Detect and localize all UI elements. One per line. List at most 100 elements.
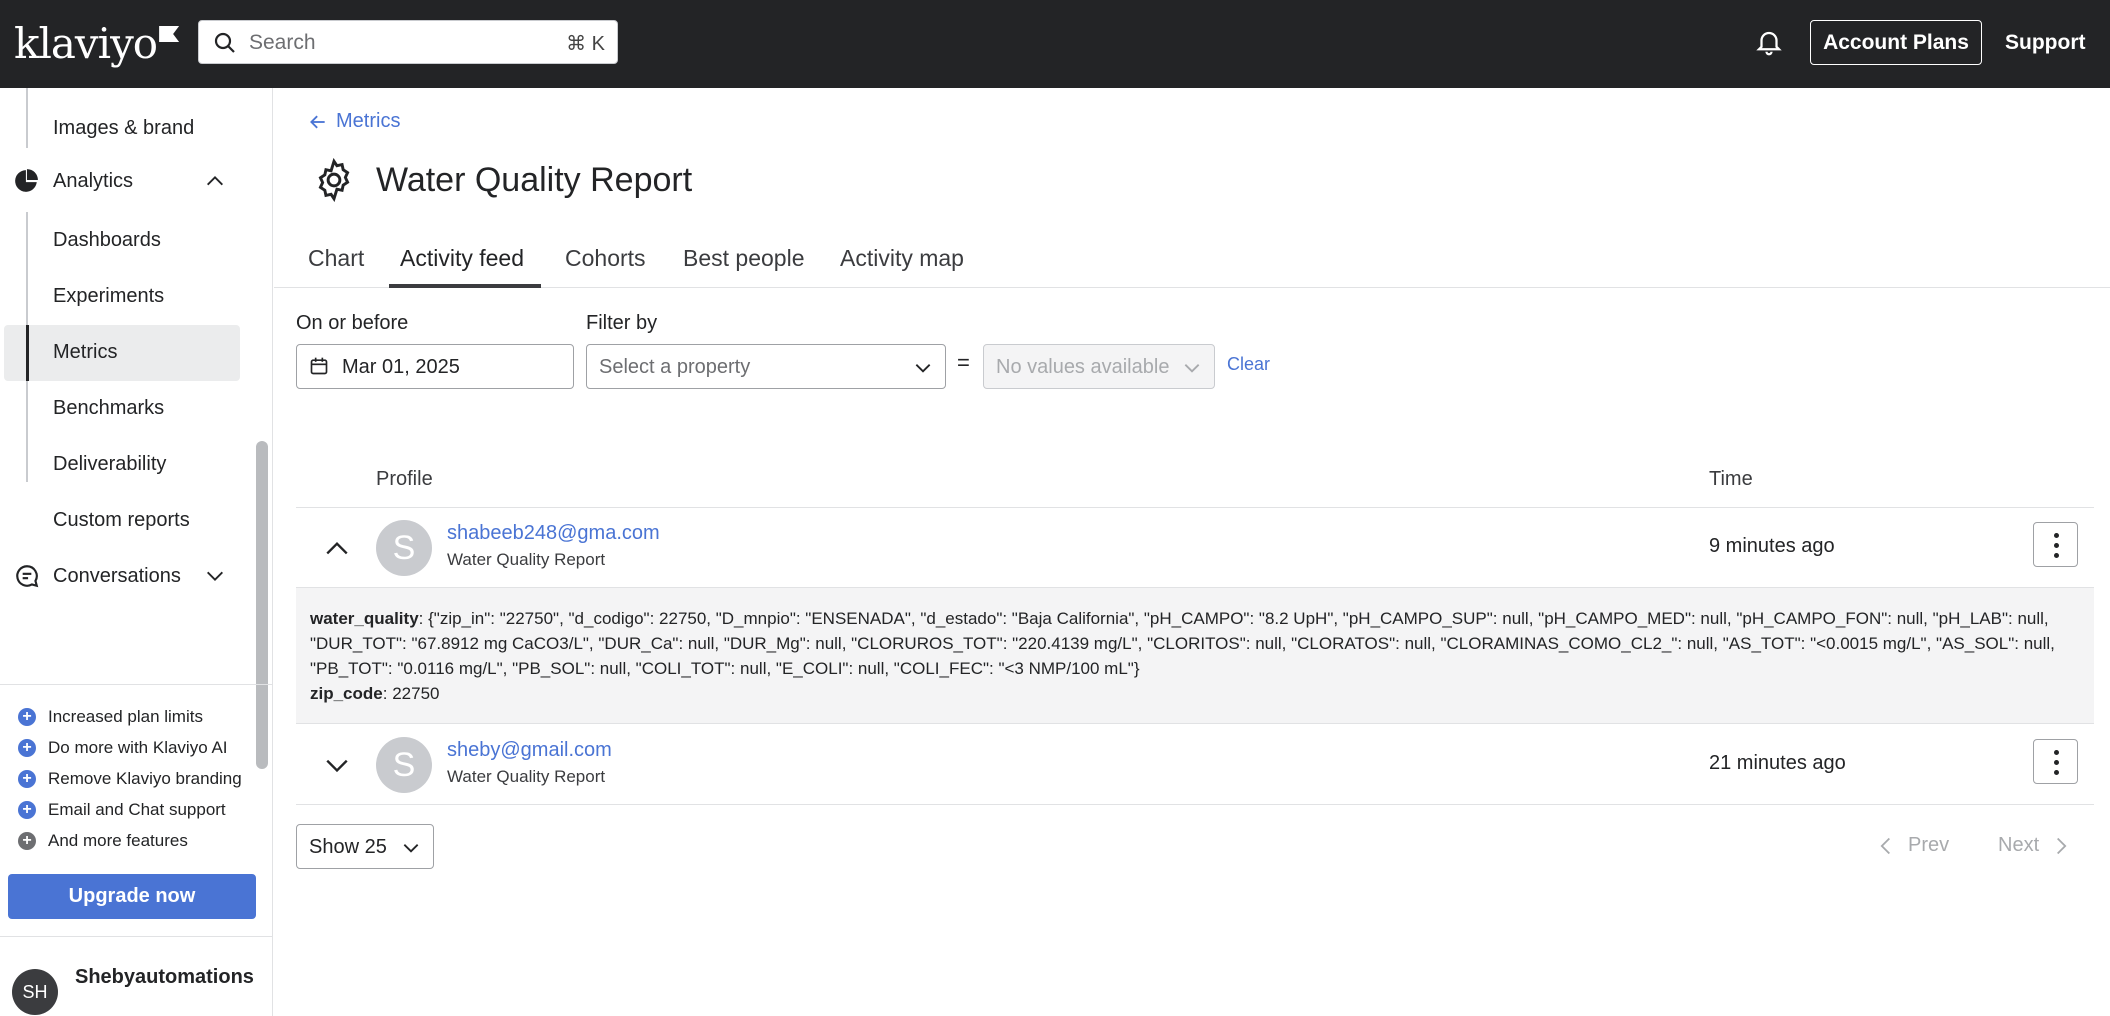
back-to-metrics-link[interactable]: Metrics bbox=[308, 110, 400, 133]
user-avatar[interactable]: SH bbox=[12, 969, 58, 1015]
details-value: {"zip_in": "22750", "d_codigo": 22750, "… bbox=[310, 609, 2055, 678]
klaviyo-logo[interactable]: klaviyo bbox=[14, 19, 180, 68]
plus-icon: + bbox=[18, 770, 36, 788]
promo-item: + And more features bbox=[18, 831, 188, 851]
value-select: No values available bbox=[983, 344, 1215, 389]
details-key: zip_code bbox=[310, 684, 383, 703]
kebab-dot bbox=[2054, 553, 2059, 558]
top-bar: klaviyo ⌘ K Account Plans Support bbox=[0, 0, 2110, 88]
sidebar-divider bbox=[0, 684, 272, 685]
sidebar-item-dashboards[interactable]: Dashboards bbox=[53, 228, 161, 252]
promo-item: + Email and Chat support bbox=[18, 800, 226, 820]
event-time: 9 minutes ago bbox=[1709, 535, 1835, 557]
sidebar-scrollbar[interactable] bbox=[256, 441, 268, 769]
date-filter-label: On or before bbox=[296, 312, 409, 334]
plus-icon: + bbox=[18, 801, 36, 819]
kebab-dot bbox=[2054, 533, 2059, 538]
sidebar-divider bbox=[0, 936, 272, 937]
promo-item: + Increased plan limits bbox=[18, 707, 203, 727]
tab-best-people[interactable]: Best people bbox=[683, 245, 804, 272]
page-header: Water Quality Report bbox=[312, 158, 692, 202]
sidebar-item-custom-reports[interactable]: Custom reports bbox=[53, 508, 190, 532]
column-time[interactable]: Time bbox=[1709, 468, 1753, 491]
chevron-down-icon[interactable] bbox=[204, 565, 226, 587]
filter-by-label: Filter by bbox=[586, 312, 658, 334]
clear-filter-button[interactable]: Clear bbox=[1227, 354, 1270, 375]
details-line: zip_code: 22750 bbox=[310, 684, 440, 703]
metric-name: Water Quality Report bbox=[447, 767, 606, 786]
chevron-left-icon bbox=[1880, 837, 1890, 854]
property-placeholder: Select a property bbox=[599, 356, 751, 378]
sidebar: Images & brand Analytics Dashboards Expe… bbox=[0, 88, 273, 1016]
support-link[interactable]: Support bbox=[2005, 20, 2085, 65]
sidebar-section-analytics[interactable]: Analytics bbox=[14, 168, 223, 194]
sidebar-item-benchmarks[interactable]: Benchmarks bbox=[53, 396, 164, 420]
pie-chart-icon bbox=[15, 169, 38, 192]
chevron-up-icon[interactable] bbox=[204, 170, 226, 192]
row-actions-button[interactable] bbox=[2033, 522, 2078, 567]
user-name[interactable]: Shebyautomations bbox=[75, 964, 255, 991]
row-actions-button[interactable] bbox=[2033, 739, 2078, 784]
chevron-down-icon bbox=[915, 364, 931, 373]
tab-cohorts[interactable]: Cohorts bbox=[565, 245, 646, 272]
logo-flag-icon bbox=[159, 26, 180, 42]
account-plans-button[interactable]: Account Plans bbox=[1810, 20, 1982, 65]
search-shortcut: ⌘ K bbox=[566, 33, 605, 55]
next-page-button[interactable]: Next bbox=[1998, 834, 2071, 857]
gear-icon bbox=[318, 158, 350, 202]
promo-item: + Remove Klaviyo branding bbox=[18, 769, 242, 789]
table-header: Profile Time bbox=[296, 468, 2094, 508]
kebab-dot bbox=[2054, 543, 2059, 548]
date-picker[interactable]: Mar 01, 2025 bbox=[296, 344, 574, 389]
upgrade-now-button[interactable]: Upgrade now bbox=[8, 874, 256, 919]
search-input[interactable] bbox=[249, 29, 549, 57]
tab-activity-map[interactable]: Activity map bbox=[840, 245, 964, 272]
sidebar-section-label: Analytics bbox=[53, 169, 134, 192]
sidebar-item-images-brand[interactable]: Images & brand bbox=[53, 116, 194, 140]
profile-email-link[interactable]: shabeeb248@gma.com bbox=[447, 522, 660, 545]
profile-email-link[interactable]: sheby@gmail.com bbox=[447, 739, 612, 762]
sidebar-tree-line bbox=[26, 88, 28, 148]
table-row[interactable]: S sheby@gmail.com Water Quality Report 2… bbox=[296, 725, 2094, 805]
kebab-dot bbox=[2054, 750, 2059, 755]
search-icon bbox=[214, 32, 235, 53]
date-value: Mar 01, 2025 bbox=[342, 356, 460, 378]
logo-text: klaviyo bbox=[14, 19, 158, 68]
details-value: 22750 bbox=[392, 684, 440, 703]
chevron-right-icon bbox=[2057, 837, 2067, 854]
active-indicator bbox=[26, 325, 29, 381]
search-box[interactable]: ⌘ K bbox=[198, 20, 618, 64]
promo-label: Do more with Klaviyo AI bbox=[48, 738, 228, 757]
main-content: Metrics Water Quality Report Chart Activ… bbox=[274, 88, 2110, 1016]
equals-sign: = bbox=[957, 350, 970, 375]
table-row[interactable]: S shabeeb248@gma.com Water Quality Repor… bbox=[296, 508, 2094, 588]
page-title: Water Quality Report bbox=[376, 160, 693, 199]
sidebar-section-label: Conversations bbox=[53, 564, 181, 587]
promo-label: Email and Chat support bbox=[48, 800, 226, 819]
calendar-icon bbox=[310, 357, 328, 375]
column-profile[interactable]: Profile bbox=[376, 468, 433, 491]
profile-avatar: S bbox=[376, 737, 432, 793]
chevron-down-icon bbox=[1184, 364, 1200, 373]
chevron-up-icon[interactable] bbox=[324, 535, 350, 561]
event-time: 21 minutes ago bbox=[1709, 752, 1846, 774]
notifications-bell-icon[interactable] bbox=[1754, 28, 1784, 58]
sidebar-item-deliverability[interactable]: Deliverability bbox=[53, 452, 166, 476]
page-size-select[interactable]: Show 25 bbox=[296, 824, 434, 869]
next-label: Next bbox=[1998, 834, 2040, 856]
kebab-dot bbox=[2054, 760, 2059, 765]
property-select[interactable]: Select a property bbox=[586, 344, 946, 389]
tab-activity-feed[interactable]: Activity feed bbox=[400, 245, 524, 272]
promo-label: Remove Klaviyo branding bbox=[48, 769, 242, 788]
chat-bubble-icon bbox=[16, 565, 39, 588]
active-tab-indicator bbox=[389, 284, 541, 288]
sidebar-section-conversations[interactable]: Conversations bbox=[14, 563, 223, 589]
chevron-down-icon[interactable] bbox=[324, 752, 350, 778]
tab-chart[interactable]: Chart bbox=[308, 245, 364, 272]
values-placeholder: No values available bbox=[996, 356, 1170, 378]
sidebar-item-metrics[interactable]: Metrics bbox=[53, 340, 117, 364]
promo-item: + Do more with Klaviyo AI bbox=[18, 738, 228, 758]
arrow-left-icon bbox=[310, 115, 325, 128]
sidebar-item-experiments[interactable]: Experiments bbox=[53, 284, 164, 308]
prev-page-button[interactable]: Prev bbox=[1876, 834, 1949, 857]
